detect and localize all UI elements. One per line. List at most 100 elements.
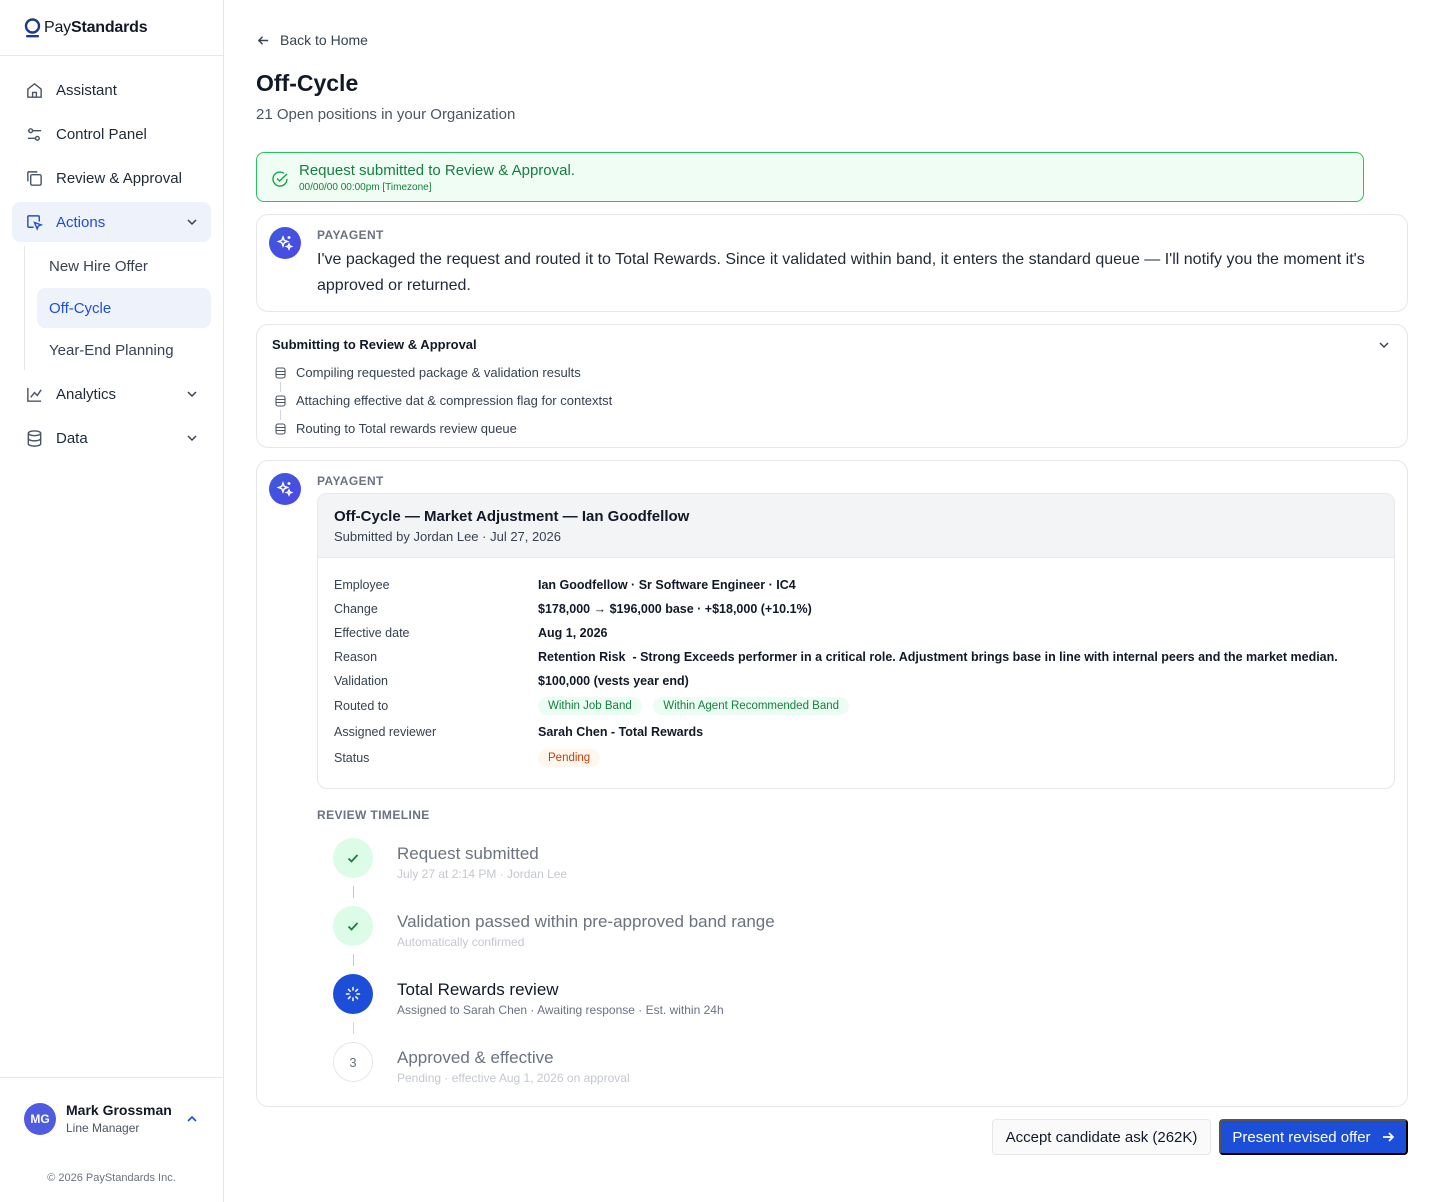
user-menu[interactable]: MG Mark Grossman Line Manager © 2026 Pay…: [0, 1077, 223, 1202]
loading-spinner-icon: [333, 974, 373, 1014]
timeline-connector: [353, 1022, 354, 1034]
timeline-heading: Approved & effective: [397, 1048, 554, 1067]
database-icon: [275, 394, 286, 407]
chevron-down-icon: [187, 391, 197, 398]
timeline-item-approved: 3 Approved & effective Pending · effecti…: [333, 1042, 630, 1085]
timeline-subtext: July 27 at 2:14 PM · Jordan Lee: [397, 867, 568, 881]
page-subtitle: 21 Open positions in your Organization: [256, 106, 516, 123]
home-icon: [24, 80, 44, 100]
page-title: Off-Cycle: [256, 70, 359, 96]
subnav-item-new-hire-offer[interactable]: New Hire Offer: [37, 246, 211, 286]
sidebar-item-analytics[interactable]: Analytics: [12, 374, 211, 414]
sidebar-item-label: Actions: [56, 213, 106, 231]
sidebar-item-actions[interactable]: Actions: [12, 202, 211, 242]
timeline-heading: Validation passed within pre-approved ba…: [397, 912, 775, 931]
sliders-icon: [24, 124, 44, 144]
present-revised-offer-button[interactable]: Present revised offer: [1219, 1119, 1408, 1155]
timeline-item-submitted: Request submitted July 27 at 2:14 PM · J…: [333, 838, 567, 881]
button-label: Present revised offer: [1232, 1128, 1371, 1146]
sidebar-nav: Assistant Control Panel Review & Approva…: [0, 56, 223, 458]
database-icon: [24, 428, 44, 448]
request-title: Off-Cycle — Market Adjustment — Ian Good…: [334, 508, 690, 525]
avatar: MG: [24, 1102, 56, 1135]
logo-icon: [24, 17, 41, 37]
back-link-label: Back to Home: [280, 32, 368, 48]
database-icon: [275, 422, 286, 435]
field-routed-to: Routed to Within Job Band Within Agent R…: [334, 693, 1378, 719]
submission-steps-card: Submitting to Review & Approval Compilin…: [256, 324, 1408, 448]
subnav-item-year-end-planning[interactable]: Year-End Planning: [37, 330, 211, 370]
chevron-down-icon[interactable]: [1377, 338, 1391, 352]
sidebar-item-control-panel[interactable]: Control Panel: [12, 114, 211, 154]
arrow-right-icon: [1382, 1132, 1394, 1142]
timeline-title: REVIEW TIMELINE: [317, 808, 430, 822]
agent-message-card: PAYAGENT I've packaged the request and r…: [256, 214, 1408, 312]
chevron-up-icon[interactable]: [185, 1112, 199, 1126]
sidebar-item-review-approval[interactable]: Review & Approval: [12, 158, 211, 198]
copyright: © 2026 PayStandards Inc.: [47, 1172, 176, 1184]
copy-icon: [24, 168, 44, 188]
chart-icon: [24, 384, 44, 404]
user-name: Mark Grossman: [66, 1102, 172, 1118]
step-label: Routing to Total rewards review queue: [296, 421, 517, 436]
field-change: Change $178,000 → $196,000 base · +$18,0…: [334, 602, 812, 616]
timeline-heading: Total Rewards review: [397, 980, 559, 999]
badge-within-agent-band: Within Agent Recommended Band: [653, 697, 850, 715]
status-badge: Pending: [538, 749, 601, 767]
field-employee: Employee Ian Goodfellow · Sr Software En…: [334, 578, 796, 592]
timeline-item-validation: Validation passed within pre-approved ba…: [333, 906, 775, 949]
success-banner: Request submitted to Review & Approval. …: [256, 152, 1364, 202]
request-summary: Off-Cycle — Market Adjustment — Ian Good…: [317, 493, 1395, 789]
banner-timestamp: 00/00/00 00:00pm [Timezone]: [299, 182, 432, 193]
sidebar: PayStandards Assistant Control Panel Rev…: [0, 0, 224, 1202]
chevron-down-icon: [187, 219, 197, 226]
agent-message-text: I've packaged the request and routed it …: [317, 251, 1365, 294]
steps-title: Submitting to Review & Approval: [272, 337, 477, 352]
accept-candidate-ask-button[interactable]: Accept candidate ask (262K): [992, 1119, 1211, 1155]
step-item: Routing to Total rewards review queue: [275, 421, 517, 436]
field-effective-date: Effective date Aug 1, 2026: [334, 626, 608, 640]
arrow-left-icon: [257, 35, 269, 45]
check-icon: [333, 906, 373, 946]
step-label: Attaching effective dat & compression fl…: [296, 393, 613, 408]
step-label: Compiling requested package & validation…: [296, 365, 581, 380]
request-submitted-by: Submitted by Jordan Lee · Jul 27, 2026: [334, 529, 561, 544]
timeline-heading: Request submitted: [397, 844, 539, 863]
sidebar-item-label: Data: [56, 429, 88, 447]
sidebar-item-assistant[interactable]: Assistant: [12, 70, 211, 110]
brand-name: PayStandards: [44, 18, 148, 36]
subnav-item-off-cycle[interactable]: Off-Cycle: [37, 288, 211, 328]
actions-subnav: New Hire Offer Off-Cycle Year-End Planni…: [24, 246, 211, 370]
sidebar-item-label: Review & Approval: [56, 169, 182, 187]
sparkle-icon: [269, 473, 301, 505]
field-assigned-reviewer: Assigned reviewer Sarah Chen - Total Rew…: [334, 725, 704, 739]
sidebar-item-label: Control Panel: [56, 125, 147, 143]
chevron-down-icon: [187, 435, 197, 442]
timeline-subtext: Assigned to Sarah Chen · Awaiting respon…: [397, 1003, 724, 1017]
brand-logo[interactable]: PayStandards: [0, 0, 223, 56]
check-icon: [333, 838, 373, 878]
agent-request-card: PAYAGENT Off-Cycle — Market Adjustment —…: [256, 460, 1408, 1107]
step-connector: [280, 410, 281, 420]
field-reason: Reason Retention Risk - Strong Exceeds p…: [334, 650, 1338, 664]
agent-name: PAYAGENT: [317, 474, 384, 488]
timeline-item-review: Total Rewards review Assigned to Sarah C…: [333, 974, 724, 1017]
timeline-connector: [353, 954, 354, 966]
timeline-connector: [353, 886, 354, 898]
field-status: Status Pending: [334, 745, 1378, 771]
agent-name: PAYAGENT: [317, 228, 384, 242]
step-item: Compiling requested package & validation…: [275, 365, 581, 380]
check-circle-icon: [272, 171, 288, 187]
banner-title: Request submitted to Review & Approval.: [299, 162, 575, 179]
timeline-subtext: Automatically confirmed: [397, 935, 525, 949]
sidebar-item-label: Analytics: [56, 385, 117, 403]
sidebar-item-data[interactable]: Data: [12, 418, 211, 458]
badge-within-job-band: Within Job Band: [538, 697, 642, 715]
cursor-icon: [24, 212, 44, 232]
sidebar-item-label: Assistant: [56, 81, 117, 99]
back-link[interactable]: Back to Home: [256, 32, 368, 48]
field-validation: Validation $100,000 (vests year end): [334, 674, 689, 688]
database-icon: [275, 366, 286, 379]
sparkle-icon: [269, 227, 301, 259]
step-item: Attaching effective dat & compression fl…: [275, 393, 612, 408]
